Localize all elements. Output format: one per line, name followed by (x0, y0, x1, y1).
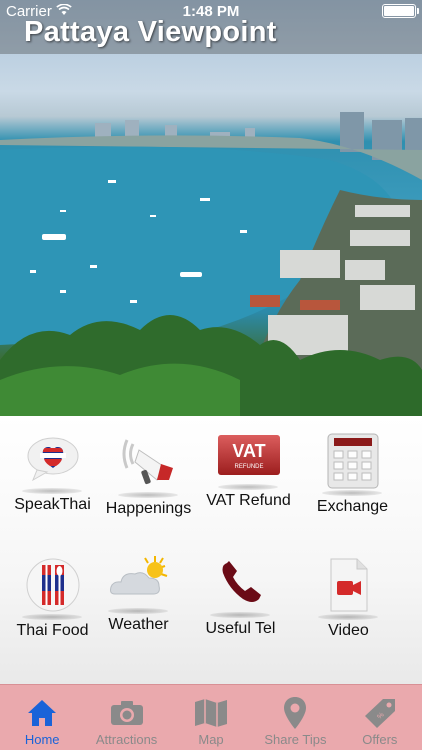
tab-label: Share Tips (264, 732, 327, 747)
home-icon (26, 694, 58, 732)
tab-label: Home (24, 732, 60, 747)
carrier-label: Carrier (6, 2, 52, 20)
tile-label: VAT Refund (206, 492, 291, 509)
tab-label: Map (198, 732, 224, 747)
tab-bar: Home Attractions Map Share Tips % Offers (0, 684, 422, 750)
tile-vat-refund[interactable]: VAT REFUNDE VAT Refund (196, 422, 301, 510)
tile-useful-tel[interactable]: Useful Tel (188, 550, 293, 638)
tab-map[interactable]: Map (169, 685, 253, 750)
tag-icon: % (363, 694, 397, 732)
tile-label: Video (328, 622, 369, 639)
feature-grid: SpeakThai Happenings VAT REFUNDE VAT Ref… (0, 416, 422, 684)
camera-icon (110, 694, 144, 732)
tile-weather[interactable]: Weather (86, 546, 191, 634)
vat-refund-icon: VAT REFUNDE (216, 431, 282, 484)
wifi-icon (56, 2, 72, 20)
megaphone-icon (117, 436, 181, 495)
tab-offers[interactable]: % Offers (338, 685, 422, 750)
tile-happenings[interactable]: Happenings (96, 430, 201, 518)
svg-text:VAT: VAT (232, 441, 265, 461)
tile-label: Happenings (105, 500, 192, 517)
tab-label: Offers (362, 732, 398, 747)
calculator-icon (326, 432, 380, 495)
phone-icon (217, 559, 265, 612)
status-bar: Carrier 1:48 PM (0, 0, 422, 22)
tile-speakthai[interactable]: SpeakThai (0, 426, 105, 514)
tile-label: Useful Tel (205, 620, 276, 637)
tab-attractions[interactable]: Attractions (84, 685, 168, 750)
map-icon (194, 694, 228, 732)
tile-label: Exchange (316, 498, 389, 515)
weather-sun-cloud-icon (107, 554, 171, 609)
bay-illustration (0, 112, 422, 416)
fork-spoon-icon (25, 557, 81, 618)
hero-photo: Pattaya Viewpoint (0, 0, 422, 416)
tab-label: Attractions (95, 732, 158, 747)
tab-share-tips[interactable]: Share Tips (253, 685, 337, 750)
video-file-icon (327, 557, 371, 618)
svg-text:REFUNDE: REFUNDE (234, 464, 263, 470)
speech-bubble-heart-icon (25, 434, 81, 489)
tab-home[interactable]: Home (0, 685, 84, 750)
battery-icon (382, 4, 419, 18)
tile-label: SpeakThai (14, 496, 91, 513)
tile-label: Weather (108, 616, 169, 633)
location-pin-icon (283, 694, 307, 732)
tile-video[interactable]: Video (296, 552, 401, 640)
tile-exchange[interactable]: Exchange (300, 428, 405, 516)
